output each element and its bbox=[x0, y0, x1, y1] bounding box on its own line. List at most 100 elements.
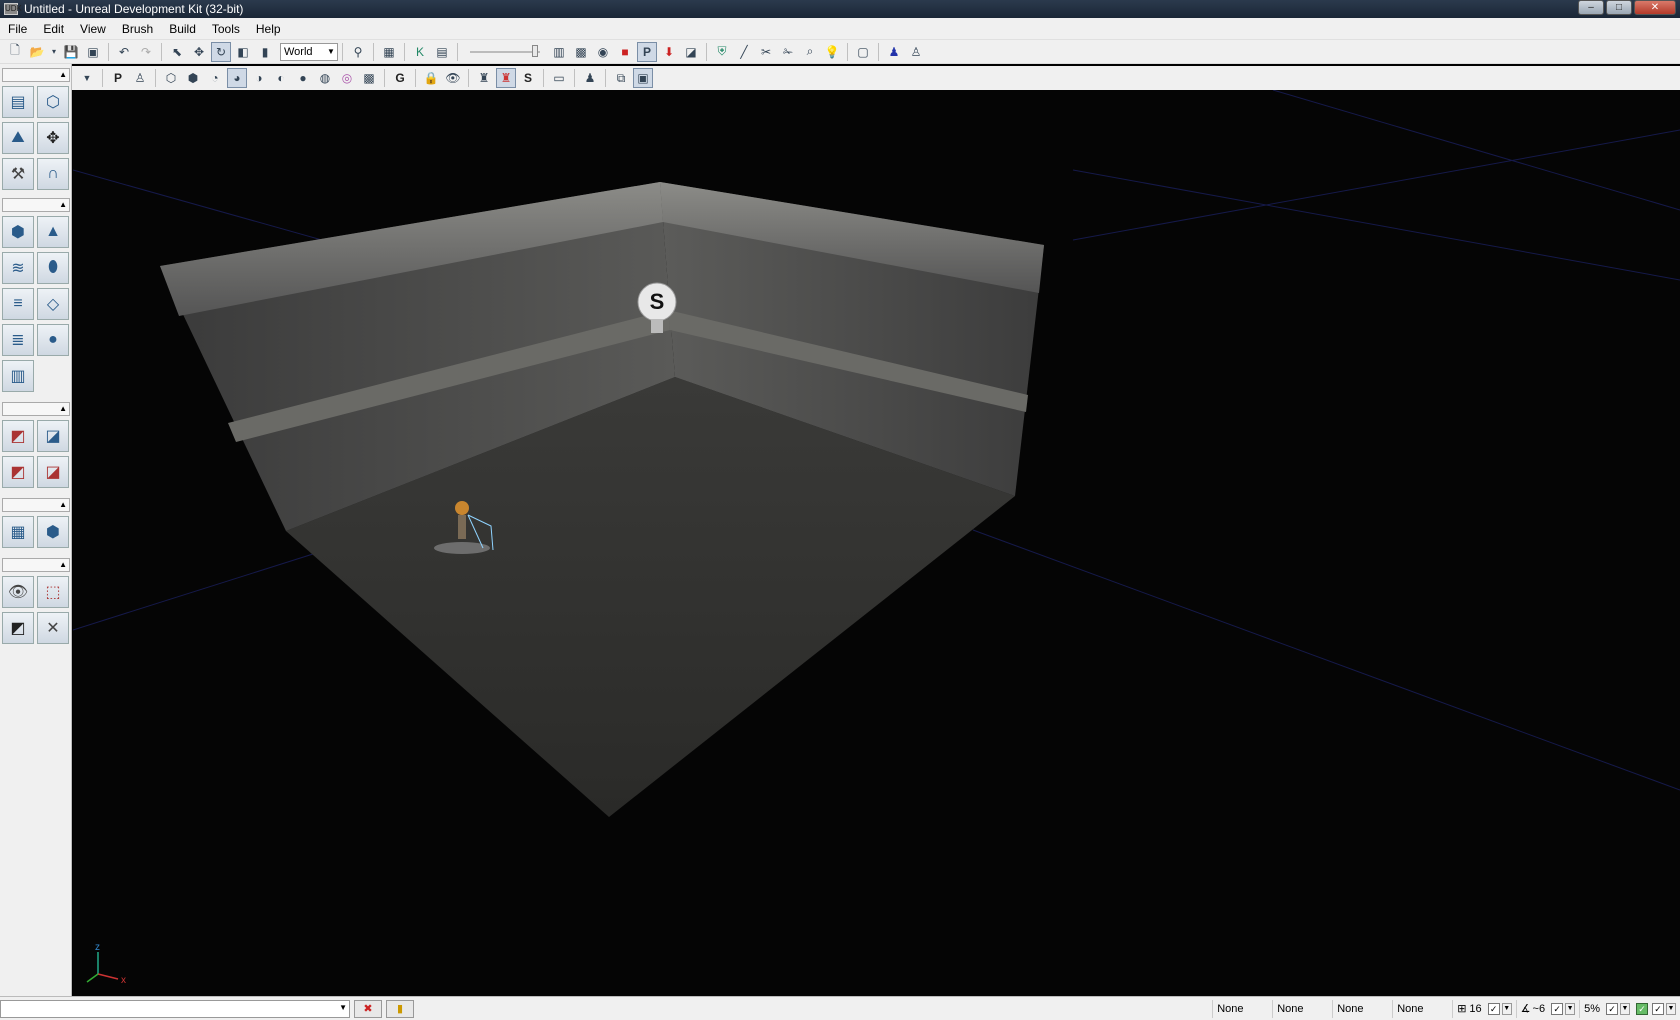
csg-deintersect-icon[interactable]: ◪ bbox=[37, 456, 69, 488]
rotation-snap-checkbox[interactable]: ✓ bbox=[1551, 1002, 1564, 1015]
lighting-only-icon[interactable]: ◐ bbox=[271, 68, 291, 88]
rotate-icon[interactable]: ↻ bbox=[211, 41, 231, 62]
menu-build[interactable]: Build bbox=[161, 22, 204, 36]
tools-icon[interactable]: ✕ bbox=[37, 612, 69, 644]
brushes-section-header[interactable]: ▲ bbox=[2, 198, 70, 212]
move-mode-icon[interactable]: ✥ bbox=[37, 122, 69, 154]
light-complexity-icon[interactable]: ● bbox=[293, 68, 313, 88]
volumetric-brush-icon[interactable]: ▥ bbox=[2, 360, 34, 392]
autosave-icon[interactable]: ✓ bbox=[1636, 1002, 1648, 1015]
select-icon[interactable]: ⬉ bbox=[167, 42, 187, 62]
select-inverse-icon[interactable]: ◩ bbox=[2, 612, 34, 644]
game-view-icon[interactable]: G bbox=[390, 68, 410, 88]
add-volume-icon[interactable]: ▦ bbox=[2, 516, 34, 548]
menu-tools[interactable]: Tools bbox=[204, 22, 248, 36]
menu-view[interactable]: View bbox=[72, 22, 114, 36]
cube-brush-icon[interactable]: ⬢ bbox=[2, 216, 34, 248]
split-icon[interactable]: ✁ bbox=[778, 42, 798, 62]
grid-snap-dropdown[interactable]: ▼ bbox=[1501, 1002, 1512, 1015]
scale-snap-dropdown[interactable]: ▼ bbox=[1620, 1002, 1630, 1015]
save-icon[interactable]: 💾 bbox=[61, 42, 81, 62]
build-lighting-icon[interactable]: ▩ bbox=[571, 42, 591, 62]
realtime-dropdown[interactable]: ▼ bbox=[1666, 1002, 1676, 1015]
play-icon[interactable]: P bbox=[637, 41, 657, 62]
wireframe-icon[interactable]: ⬡ bbox=[161, 68, 181, 88]
cone-brush-icon[interactable]: ▲ bbox=[37, 216, 69, 248]
play-in-editor-icon[interactable]: ⬇ bbox=[659, 42, 679, 62]
menu-file[interactable]: File bbox=[0, 22, 35, 36]
slider-thumb[interactable] bbox=[532, 44, 538, 57]
pawn-icon[interactable]: ♙ bbox=[130, 68, 150, 88]
window-icon[interactable]: ▢ bbox=[853, 42, 873, 62]
build-paths-icon[interactable]: ◉ bbox=[593, 42, 613, 62]
brush-wireframe-icon[interactable]: ⬢ bbox=[183, 68, 203, 88]
menu-edit[interactable]: Edit bbox=[35, 22, 72, 36]
shield-icon[interactable]: ⛨ bbox=[712, 42, 732, 62]
lit-icon[interactable]: ◕ bbox=[227, 68, 247, 88]
maximize-button[interactable]: □ bbox=[1606, 0, 1632, 15]
grid-snap[interactable]: ⊞ 16 bbox=[1452, 999, 1485, 1018]
build-geometry-icon[interactable]: ▥ bbox=[549, 42, 569, 62]
user-icon[interactable]: ♟ bbox=[884, 42, 904, 62]
streaming-icon[interactable]: S bbox=[518, 68, 538, 88]
cylinder-brush-icon[interactable]: ⬮ bbox=[37, 252, 69, 284]
eye-icon[interactable]: 👁 bbox=[443, 68, 463, 88]
lock-icon[interactable]: 🔒 bbox=[421, 68, 441, 88]
realtime-icon[interactable]: ♜ bbox=[496, 68, 516, 88]
rotation-snap[interactable]: ∡ ~6 bbox=[1515, 999, 1549, 1018]
scale-snap-checkbox[interactable]: ✓ bbox=[1606, 1002, 1618, 1015]
curved-stair-icon[interactable]: ≋ bbox=[2, 252, 34, 284]
redo-icon[interactable]: ↷ bbox=[136, 42, 156, 62]
detail-lighting-icon[interactable]: ◑ bbox=[249, 68, 269, 88]
show-selected-icon[interactable]: 👁 bbox=[2, 576, 34, 608]
menu-help[interactable]: Help bbox=[248, 22, 289, 36]
rotation-snap-dropdown[interactable]: ▼ bbox=[1565, 1002, 1576, 1015]
csg-add-icon[interactable]: ◩ bbox=[2, 420, 34, 452]
add-special-brush-icon[interactable]: ⬢ bbox=[37, 516, 69, 548]
visibility-section-header[interactable]: ▲ bbox=[2, 558, 70, 572]
camera-mode-icon[interactable]: ▤ bbox=[2, 86, 34, 118]
actor-icon[interactable]: ♜ bbox=[474, 68, 494, 88]
viewport-options-icon[interactable]: ▼ bbox=[77, 68, 97, 88]
menu-brush[interactable]: Brush bbox=[114, 22, 161, 36]
linear-stair-icon[interactable]: ≡ bbox=[2, 288, 34, 320]
cut-icon[interactable]: ✂ bbox=[756, 42, 776, 62]
texture-density-icon[interactable]: ◍ bbox=[315, 68, 335, 88]
translate-icon[interactable]: ✥ bbox=[189, 42, 209, 62]
scale-snap[interactable]: 5% bbox=[1579, 999, 1604, 1018]
play-on-console-icon[interactable]: ◪ bbox=[681, 42, 701, 62]
spiral-stair-icon[interactable]: ≣ bbox=[2, 324, 34, 356]
sheet-brush-icon[interactable]: ◇ bbox=[37, 288, 69, 320]
matinee-icon[interactable]: ▦ bbox=[379, 42, 399, 62]
csg-subtract-icon[interactable]: ◪ bbox=[37, 420, 69, 452]
mesh-paint-icon[interactable]: ∩ bbox=[37, 158, 69, 190]
grid-snap-checkbox[interactable]: ✓ bbox=[1487, 1002, 1500, 1015]
lightmap-density-icon[interactable]: ▩ bbox=[359, 68, 379, 88]
content-browser-icon[interactable]: ▤ bbox=[432, 42, 452, 62]
drag-grid-toggle[interactable]: ✖ bbox=[354, 999, 382, 1018]
open-dropdown-icon[interactable]: ▾ bbox=[49, 42, 59, 62]
search-icon[interactable]: ⌕ bbox=[800, 42, 820, 62]
realtime-checkbox[interactable]: ✓ bbox=[1652, 1002, 1664, 1015]
maximize-viewport-icon[interactable]: ▣ bbox=[633, 68, 653, 88]
brush-icon[interactable]: ╱ bbox=[734, 42, 754, 62]
build-cover-icon[interactable]: ■ bbox=[615, 42, 635, 62]
terrain-mode-icon[interactable]: ⛰ bbox=[2, 122, 34, 154]
texture-mode-icon[interactable]: ⚒ bbox=[2, 158, 34, 190]
save-all-icon[interactable]: ▣ bbox=[83, 42, 103, 62]
geometry-mode-icon[interactable]: ⬡ bbox=[37, 86, 69, 118]
close-button[interactable]: ✕ bbox=[1634, 0, 1676, 15]
sphere-brush-icon[interactable]: ● bbox=[37, 324, 69, 356]
scale-nonuniform-icon[interactable]: ▮ bbox=[255, 42, 275, 62]
binoculars-icon[interactable]: ⚲ bbox=[348, 42, 368, 62]
user-settings-icon[interactable]: ♙ bbox=[906, 42, 926, 62]
perspective-icon[interactable]: P bbox=[108, 68, 128, 88]
player-start-icon[interactable]: ♟ bbox=[580, 68, 600, 88]
modes-section-header[interactable]: ▲ bbox=[2, 68, 70, 82]
undo-icon[interactable]: ↶ bbox=[114, 42, 134, 62]
restore-viewport-icon[interactable]: ⧉ bbox=[611, 68, 631, 88]
bulb-icon[interactable]: 💡 bbox=[822, 42, 842, 62]
open-folder-icon[interactable]: 📂 bbox=[27, 42, 47, 62]
csg-intersect-icon[interactable]: ◩ bbox=[2, 456, 34, 488]
kismet-icon[interactable]: K bbox=[410, 42, 430, 62]
